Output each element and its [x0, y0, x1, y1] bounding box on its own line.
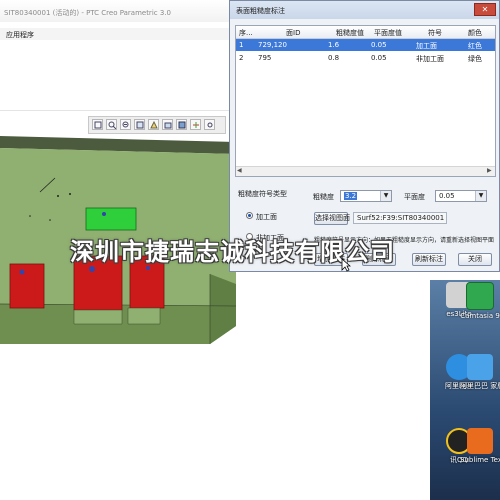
- dialog-title: 表面粗糙度标注: [236, 7, 285, 15]
- col-index[interactable]: 序...: [239, 28, 253, 38]
- desktop-icon-alibaba[interactable]: 阿里巴巴 家版: [460, 354, 500, 390]
- cell-face-id: 795: [258, 54, 272, 62]
- col-roughness[interactable]: 粗糙度值: [336, 28, 364, 38]
- chevron-down-icon[interactable]: ▼: [475, 191, 486, 201]
- menu-applications[interactable]: 应用程序: [6, 30, 34, 40]
- cell-face-id: 729,120: [258, 41, 287, 49]
- flatness-label: 平面度: [404, 193, 425, 201]
- cell-roughness: 0.8: [328, 54, 340, 62]
- watermark: 深圳市捷瑞志诚科技有限公司: [70, 237, 395, 266]
- table-row[interactable]: 1 729,120 1.6 0.05 加工面 红色: [236, 39, 495, 51]
- sublime-icon: [467, 428, 493, 454]
- zoom-out-icon[interactable]: [120, 119, 131, 130]
- desktop-icon-sublime[interactable]: Sublime Text 3: [460, 428, 500, 464]
- ribbon-area: [0, 40, 230, 111]
- refit-icon[interactable]: [92, 119, 103, 130]
- view-orient-icon[interactable]: [148, 119, 159, 130]
- spin-center-icon[interactable]: [204, 119, 215, 130]
- display-style-icon[interactable]: [176, 119, 187, 130]
- datum-display-icon[interactable]: [190, 119, 201, 130]
- graphics-lower-area: [0, 360, 430, 500]
- cell-roughness: 1.6: [328, 41, 340, 49]
- col-symbol[interactable]: 符号: [428, 28, 442, 38]
- table-row[interactable]: 2 795 0.8 0.05 非加工面 绿色: [236, 52, 495, 64]
- red-face-1: [9, 263, 45, 309]
- roughness-select[interactable]: 3.2 ▼: [340, 190, 392, 202]
- cell-flatness: 0.05: [371, 54, 387, 62]
- radio-machined[interactable]: [246, 212, 253, 219]
- table-header: 序... 面ID 粗糙度值 平面度值 符号 颜色: [236, 26, 495, 39]
- roughness-label: 粗糙度: [313, 193, 334, 201]
- desktop-icon-camtasia[interactable]: Camtasia 9: [460, 282, 500, 320]
- desktop-background: es3Lite Camtasia 9 阿里旺旺 阿里巴巴 家版 讯QQ Subl…: [430, 280, 500, 500]
- graphics-toolbar: [88, 116, 226, 134]
- zoom-in-icon[interactable]: [106, 119, 117, 130]
- cell-symbol: 非加工面: [416, 55, 444, 63]
- model-side-face: [210, 274, 236, 344]
- cell-index: 2: [239, 54, 244, 62]
- flatness-select[interactable]: 0.05 ▼: [435, 190, 487, 202]
- camtasia-icon: [466, 282, 494, 310]
- surface-reference-field[interactable]: Surf52:F39:SIT80340001: [353, 212, 447, 224]
- saved-views-icon[interactable]: [162, 119, 173, 130]
- cell-color: 绿色: [468, 55, 482, 63]
- cell-symbol: 加工面: [416, 42, 437, 50]
- app-title: SIT80340001 (活动的) - PTC Creo Parametric …: [4, 9, 171, 17]
- alibaba-icon: [467, 354, 493, 380]
- green-face: [85, 207, 137, 231]
- cell-index: 1: [239, 41, 244, 49]
- chevron-down-icon[interactable]: ▼: [380, 191, 391, 201]
- symbol-type-label: 粗糙度符号类型: [238, 190, 287, 198]
- mouse-cursor-icon: [341, 258, 351, 272]
- radio-machined-label[interactable]: 加工面: [256, 212, 277, 222]
- cell-flatness: 0.05: [371, 41, 387, 49]
- col-face-id[interactable]: 面ID: [286, 28, 300, 38]
- roughness-table[interactable]: 序... 面ID 粗糙度值 平面度值 符号 颜色 1 729,120 1.6 0…: [235, 25, 496, 177]
- dialog-close-button[interactable]: ✕: [474, 3, 496, 16]
- col-color[interactable]: 颜色: [468, 28, 482, 38]
- scroll-left-icon[interactable]: ◀: [237, 168, 244, 174]
- dialog-title-bar[interactable]: 表面粗糙度标注 ✕: [230, 1, 499, 19]
- scroll-right-icon[interactable]: ▶: [487, 168, 494, 174]
- table-horizontal-scrollbar[interactable]: ◀ ▶: [236, 166, 495, 176]
- col-flatness[interactable]: 平面度值: [374, 28, 402, 38]
- cell-color: 红色: [468, 42, 482, 50]
- select-view-face-button[interactable]: 选择视图面: [314, 212, 350, 225]
- repaint-icon[interactable]: [134, 119, 145, 130]
